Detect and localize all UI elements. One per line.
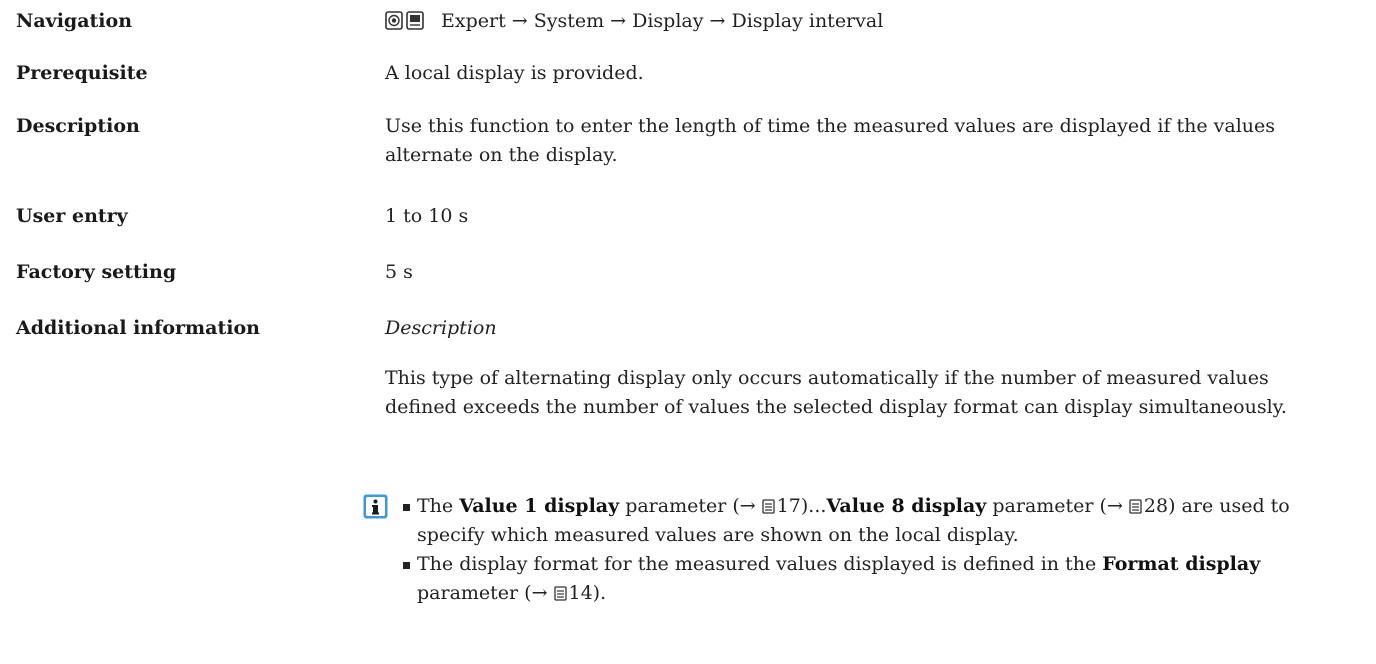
tip-item-2-text-1: The display format for the measured valu… (417, 553, 1097, 575)
operation-mode-icons (385, 11, 425, 30)
info-icon (363, 494, 388, 519)
tip-item-2-text-2: parameter (→ (417, 582, 548, 604)
format-display-parameter-link: Format display (1102, 553, 1261, 575)
description-label: Description (16, 115, 140, 137)
user-entry-value: 1 to 10 s (385, 205, 469, 227)
value-8-display-parameter-link: Value 8 display (826, 495, 987, 517)
tip-container: The Value 1 display parameter (→ 17)...Va… (363, 492, 1343, 608)
description-value: Use this function to enter the length of… (385, 115, 1276, 166)
additional-information-subheading: Description (385, 317, 497, 339)
page-reference-icon (553, 586, 567, 601)
tip-item-1-text-2: parameter (→ (992, 495, 1123, 517)
additional-information-label: Additional information (16, 317, 260, 339)
navigation-value: Expert → System → Display → Display inte… (385, 9, 1345, 33)
page-ref-17[interactable]: 17)... (777, 495, 827, 517)
tip-item-2: The display format for the measured valu… (403, 550, 1343, 608)
factory-setting-value: 5 s (385, 261, 413, 283)
tip-item-1-text-1: parameter (→ (625, 495, 756, 517)
additional-information-paragraph: This type of alternating display only oc… (385, 367, 1287, 418)
navigation-path: Expert → System → Display → Display inte… (441, 10, 884, 32)
prerequisite-label: Prerequisite (16, 62, 148, 84)
prerequisite-value: A local display is provided. (385, 62, 644, 84)
bullet-icon (403, 562, 410, 569)
page-reference-icon (762, 499, 775, 514)
user-entry-label: User entry (16, 205, 128, 227)
value-1-display-parameter-link: Value 1 display (459, 495, 620, 517)
factory-setting-label: Factory setting (16, 261, 177, 283)
navigation-label: Navigation (16, 10, 133, 32)
page-reference-icon (1129, 499, 1142, 514)
page-ref-14[interactable]: 14). (569, 582, 607, 604)
page-ref-28[interactable]: 28) (1144, 495, 1176, 517)
tip-list: The Value 1 display parameter (→ 17)...Va… (363, 492, 1343, 608)
bullet-icon (403, 504, 410, 511)
tip-item-1: The Value 1 display parameter (→ 17)...Va… (403, 492, 1343, 550)
